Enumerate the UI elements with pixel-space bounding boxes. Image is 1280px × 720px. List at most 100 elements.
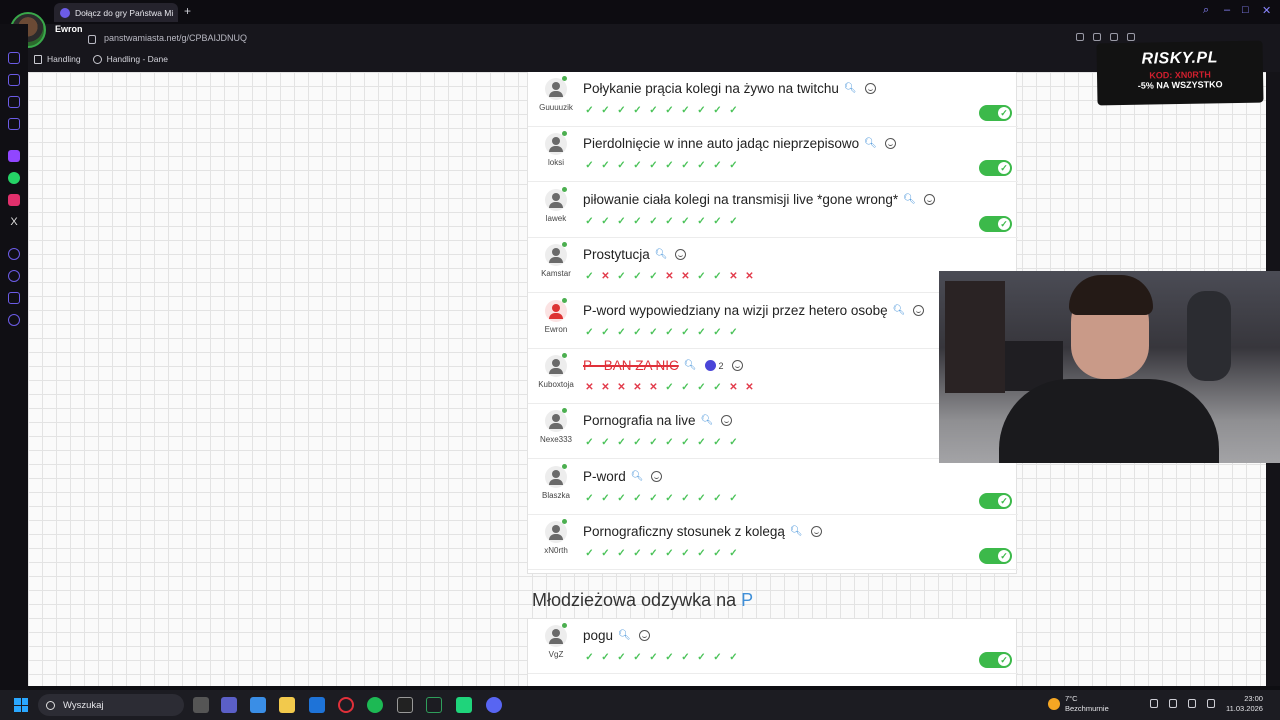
player-avatar xyxy=(545,186,567,211)
network-icon[interactable] xyxy=(1188,699,1196,708)
accept-toggle[interactable] xyxy=(979,548,1012,565)
instagram-icon[interactable] xyxy=(8,194,20,206)
twitch-icon[interactable] xyxy=(8,150,20,162)
react-emoji-icon[interactable] xyxy=(913,304,925,316)
spotify-icon[interactable] xyxy=(367,697,383,713)
search-answer-icon[interactable]: 🔍︎ xyxy=(903,194,916,205)
extensions-sidebar-icon[interactable] xyxy=(8,292,20,304)
add-icon[interactable] xyxy=(8,248,20,260)
player: Kuboxtoja xyxy=(536,353,576,389)
vote-accept-icon: ✓ xyxy=(713,492,722,504)
search-answer-icon[interactable]: 🔍︎ xyxy=(655,249,668,260)
bookmark-item[interactable]: Handling - Dane xyxy=(92,54,168,64)
vote-accept-icon: ✓ xyxy=(713,271,722,283)
capcut-icon[interactable] xyxy=(397,697,413,713)
search-tabs-icon[interactable]: ⌕ xyxy=(1203,4,1209,17)
clock[interactable]: 23:00 11.03.2026 xyxy=(1226,694,1263,714)
ai-icon[interactable] xyxy=(8,74,20,86)
history-icon[interactable] xyxy=(8,270,20,282)
address-bar[interactable]: panstwamiasta.net/g/CPBAIJDNUQ xyxy=(88,29,848,47)
weather-desc: Bezchmurnie xyxy=(1065,704,1109,713)
react-emoji-icon[interactable] xyxy=(675,249,687,261)
search-answer-icon[interactable]: 🔍︎ xyxy=(844,83,857,94)
answer-line: Prostytucja 🔍︎ xyxy=(583,247,687,263)
camera-icon[interactable] xyxy=(1110,33,1118,41)
vote-accept-icon: ✓ xyxy=(729,548,738,560)
react-emoji-icon[interactable] xyxy=(721,415,733,427)
accept-toggle[interactable] xyxy=(979,652,1012,668)
search-answer-icon[interactable]: 🔍︎ xyxy=(790,526,803,537)
react-emoji-icon[interactable] xyxy=(864,83,876,94)
answer-text: Połykanie prącia kolegi na żywo na twitc… xyxy=(583,81,839,96)
section-panel: VgZ pogu 🔍︎ ✓ ✓ ✓ ✓ ✓ ✓ ✓ ✓ ✓ ✓ xyxy=(527,618,1018,686)
react-emoji-icon[interactable] xyxy=(651,470,663,482)
screenshot-icon[interactable] xyxy=(1093,33,1101,41)
webcam-overlay xyxy=(939,271,1280,463)
close-window-icon[interactable]: ✕ xyxy=(1262,4,1271,17)
search-answer-icon[interactable]: 🔍︎ xyxy=(618,630,631,641)
vote-accept-icon: ✓ xyxy=(665,437,674,449)
app-icon[interactable] xyxy=(456,697,472,713)
search-answer-icon[interactable]: 🔍︎ xyxy=(631,471,644,482)
start-button[interactable] xyxy=(14,698,28,712)
search-answer-icon[interactable]: 🔍︎ xyxy=(864,138,877,149)
accept-toggle[interactable] xyxy=(979,160,1012,177)
vote-accept-icon: ✓ xyxy=(681,215,690,227)
online-dot-icon xyxy=(562,242,567,248)
new-tab-button[interactable]: + xyxy=(184,4,191,18)
search-answer-icon[interactable]: 🔍︎ xyxy=(701,415,714,426)
excel-icon[interactable] xyxy=(426,697,442,713)
cam-person-hair xyxy=(1069,275,1153,315)
maximize-icon[interactable]: □ xyxy=(1242,4,1249,16)
minimize-icon[interactable]: – xyxy=(1224,4,1230,16)
whatsapp-icon[interactable] xyxy=(8,172,20,184)
messenger-icon[interactable] xyxy=(8,52,20,64)
weather-widget[interactable]: 7°C Bezchmurnie xyxy=(1048,694,1109,714)
react-emoji-icon[interactable] xyxy=(810,526,822,538)
player-name: Kuboxtoja xyxy=(538,380,574,389)
opera-gx-icon[interactable] xyxy=(338,697,354,713)
vote-accept-icon: ✓ xyxy=(601,326,610,338)
store-icon[interactable] xyxy=(250,697,266,713)
player-name: Blaszka xyxy=(541,490,570,500)
answer-text: Prostytucja xyxy=(583,247,650,263)
accept-toggle[interactable] xyxy=(979,492,1012,509)
react-emoji-icon[interactable] xyxy=(923,193,935,205)
online-dot-icon xyxy=(562,463,567,469)
x-icon[interactable]: X xyxy=(8,216,20,228)
clock-date: 11.03.2026 xyxy=(1226,704,1263,713)
search-answer-icon[interactable]: 🔍︎ xyxy=(893,305,906,316)
accept-toggle[interactable] xyxy=(979,105,1012,121)
vote-reject-icon: ✕ xyxy=(633,382,642,393)
url-text[interactable]: panstwamiasta.net/g/CPBAIJDNUQ xyxy=(104,33,247,43)
mail-icon[interactable] xyxy=(309,697,325,713)
votes: ✓ ✓ ✓ ✓ ✓ ✓ ✓ ✓ ✓ ✓ xyxy=(584,493,739,504)
chevron-up-icon[interactable] xyxy=(1150,699,1158,708)
answer-row: Guuuuzik Połykanie prącia kolegi na żywo… xyxy=(528,72,1018,127)
teams-icon[interactable] xyxy=(221,697,237,713)
microphone-icon[interactable] xyxy=(1169,699,1177,708)
settings-icon[interactable] xyxy=(8,314,20,326)
wallet-icon[interactable] xyxy=(8,96,20,108)
bookmark-item[interactable]: Handling xyxy=(34,54,81,64)
likes-badge: 2 xyxy=(705,360,724,371)
pin-icon[interactable] xyxy=(1076,33,1084,41)
vote-accept-icon: ✓ xyxy=(713,326,722,338)
notes-icon[interactable] xyxy=(8,118,20,130)
taskbar-search[interactable]: Wyszukaj xyxy=(38,694,184,716)
tab-active[interactable]: Dołącz do gry Państwa Mi xyxy=(54,3,178,22)
react-emoji-icon[interactable] xyxy=(638,630,650,641)
react-emoji-icon[interactable] xyxy=(731,360,743,371)
file-explorer-icon[interactable] xyxy=(279,697,295,713)
extensions-icon[interactable] xyxy=(1127,33,1135,41)
bookmarks-bar: Handling Handling - Dane xyxy=(34,54,168,64)
react-emoji-icon[interactable] xyxy=(884,138,896,150)
discord-icon[interactable] xyxy=(486,697,502,713)
search-answer-icon[interactable]: 🔍︎ xyxy=(684,360,697,371)
online-dot-icon xyxy=(562,519,567,525)
volume-icon[interactable] xyxy=(1207,699,1215,708)
accept-toggle[interactable] xyxy=(979,215,1012,232)
vote-accept-icon: ✓ xyxy=(585,492,594,504)
task-view-icon[interactable] xyxy=(193,697,209,713)
player-name: Ewron xyxy=(544,324,568,334)
